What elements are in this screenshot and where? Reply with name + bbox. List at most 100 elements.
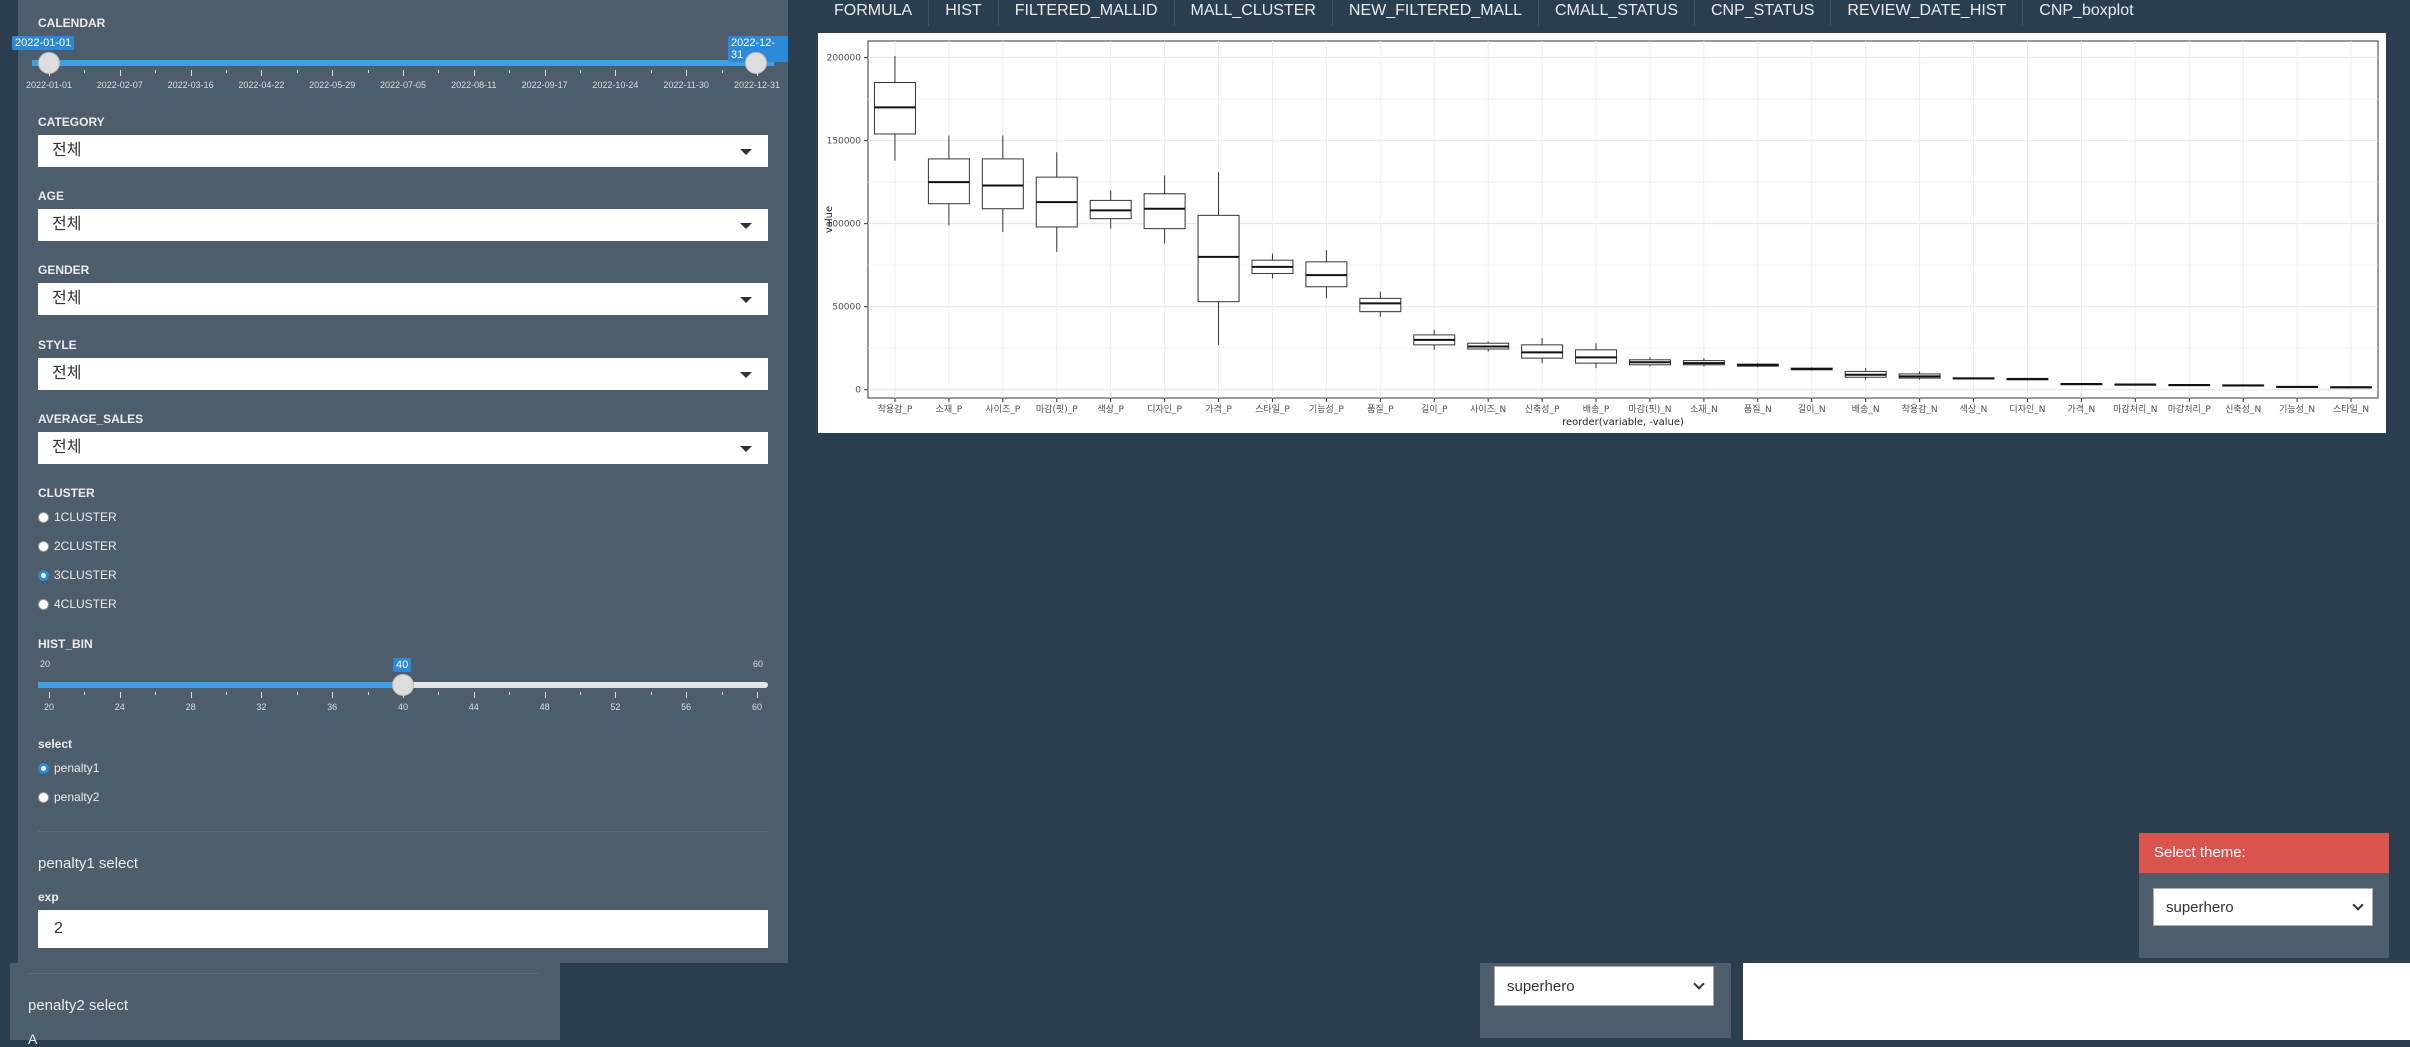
box (1359, 297, 1402, 313)
cluster-option-4[interactable]: 4CLUSTER (38, 597, 117, 615)
age-select[interactable]: 전체 (38, 209, 768, 241)
slider-tick (226, 70, 227, 73)
slider-tick-label: 60 (751, 702, 763, 712)
slider-tick (686, 692, 688, 698)
slider-tick-label: 2022-10-24 (592, 80, 639, 90)
gender-label: GENDER (38, 263, 90, 277)
slider-tick (438, 692, 440, 695)
x-tick-label: 디자인_P (1147, 404, 1182, 415)
radio-label: 2CLUSTER (54, 539, 117, 553)
chevron-down-icon (740, 446, 752, 452)
slider-tick (509, 70, 511, 73)
theme-select[interactable]: superhero (2153, 888, 2373, 926)
exp-label: exp (38, 890, 59, 904)
sidebar: CALENDAR 2022-01-01 2022-12-31 2022-01-0… (12, 0, 788, 963)
slider-tick (296, 692, 298, 695)
tab-new-filtered-mall[interactable]: NEW_FILTERED_MALL (1331, 0, 1538, 26)
tab-hist[interactable]: HIST (928, 0, 997, 26)
slider-tick (403, 692, 404, 698)
slider-tick (757, 692, 758, 698)
slider-tick (296, 70, 298, 73)
blank-panel (1743, 963, 2410, 1040)
slider-tick (190, 70, 192, 76)
radio-icon (38, 792, 49, 804)
category-label: CATEGORY (38, 115, 105, 129)
slider-tick (544, 70, 546, 76)
theme-picker: Select theme: superhero (2139, 833, 2389, 958)
exp-input[interactable]: 2 (38, 910, 768, 948)
hist-bin-min: 20 (40, 659, 51, 669)
slider-tick-label: 2022-04-22 (238, 80, 285, 90)
slider-tick (226, 692, 227, 695)
slider-tick (332, 692, 334, 698)
tab-cnp-status[interactable]: CNP_STATUS (1694, 0, 1830, 26)
slider-tick (155, 692, 157, 695)
gender-select[interactable]: 전체 (38, 283, 768, 315)
tab-cmall-status[interactable]: CMALL_STATUS (1538, 0, 1694, 26)
theme-value: superhero (2166, 899, 2234, 916)
tab-formula[interactable]: FORMULA (818, 0, 928, 26)
x-tick-label: 색상_P (1097, 404, 1124, 415)
slider-tick (509, 692, 511, 695)
divider (28, 973, 538, 974)
x-tick-label: 마감(핏)_N (1628, 403, 1671, 415)
chevron-down-icon (740, 297, 752, 303)
cluster-option-2[interactable]: 2CLUSTER (38, 539, 117, 557)
penalty2-title: penalty2 select (28, 997, 129, 1014)
hist-bin-max: 60 (753, 659, 764, 669)
gender-value: 전체 (52, 290, 82, 307)
calendar-start-badge: 2022-01-01 (12, 36, 75, 50)
select-option-penalty1[interactable]: penalty1 (38, 761, 99, 779)
radio-checked-icon (38, 570, 49, 582)
boxplot-chart: 050000100000150000200000착용감_P 소재_P 사이즈_P 마감… (824, 40, 2379, 428)
hist-bin-value-badge: 40 (393, 658, 412, 672)
slider-tick-label: 40 (397, 702, 409, 712)
bottom-theme-select[interactable]: superhero (1494, 966, 1714, 1006)
slider-tick (84, 70, 86, 73)
tab-mall-cluster[interactable]: MALL_CLUSTER (1173, 0, 1332, 26)
radio-icon (38, 541, 49, 553)
x-tick-label: 스타일_N (2333, 404, 2369, 415)
x-tick-label: 배송_N (1852, 404, 1880, 415)
slider-tick-label: 20 (43, 702, 55, 712)
cluster-option-1[interactable]: 1CLUSTER (38, 510, 117, 528)
bottom-theme-panel: superhero (1480, 963, 1731, 1038)
slider-tick (721, 70, 723, 73)
chevron-down-icon (740, 223, 752, 229)
slider-tick (686, 70, 688, 76)
y-tick-label: 0 (855, 386, 861, 396)
average-sales-select[interactable]: 전체 (38, 432, 768, 464)
radio-icon (38, 512, 49, 524)
slider-tick (650, 692, 652, 695)
x-tick-label: 품질_N (1744, 403, 1772, 415)
x-tick-label: 길이_P (1421, 404, 1448, 415)
x-tick-label: 가격_P (1205, 403, 1232, 415)
slider-tick (84, 692, 86, 695)
theme-title: Select theme: (2139, 833, 2389, 873)
tab-filtered-mallid[interactable]: FILTERED_MALLID (997, 0, 1174, 26)
hist-bin-ticks: 20 24 28 32 36 40 44 48 52 56 60 (44, 692, 762, 712)
x-tick-label: 가격_N (2067, 403, 2095, 415)
x-tick-label: 착용감_N (1902, 403, 1938, 415)
slider-tick-label: 48 (539, 702, 550, 712)
x-tick-label: 스타일_P (1255, 404, 1290, 415)
select-label: select (38, 737, 73, 751)
x-tick-label: 착용감_P (878, 403, 913, 415)
slider-tick (332, 70, 334, 76)
slider-tick-label: 2022-08-11 (451, 80, 497, 90)
style-select[interactable]: 전체 (38, 358, 768, 390)
slider-tick-label: 2022-01-01 (25, 80, 73, 90)
tab-cnp-boxplot[interactable]: CNP_boxplot (2022, 0, 2149, 26)
x-tick-label: 소재_N (1690, 404, 1718, 415)
slider-tick (367, 70, 369, 73)
calendar-label: CALENDAR (38, 16, 106, 30)
x-tick-label: 사이즈_P (985, 404, 1020, 415)
select-option-penalty2[interactable]: penalty2 (38, 790, 99, 808)
tab-review-date-hist[interactable]: REVIEW_DATE_HIST (1830, 0, 2022, 26)
slider-tick-label: 2022-09-17 (521, 80, 568, 90)
cluster-option-3[interactable]: 3CLUSTER (38, 568, 117, 586)
slider-tick (261, 692, 263, 698)
category-select[interactable]: 전체 (38, 135, 768, 167)
divider (38, 831, 768, 832)
chevron-down-icon (740, 372, 752, 378)
